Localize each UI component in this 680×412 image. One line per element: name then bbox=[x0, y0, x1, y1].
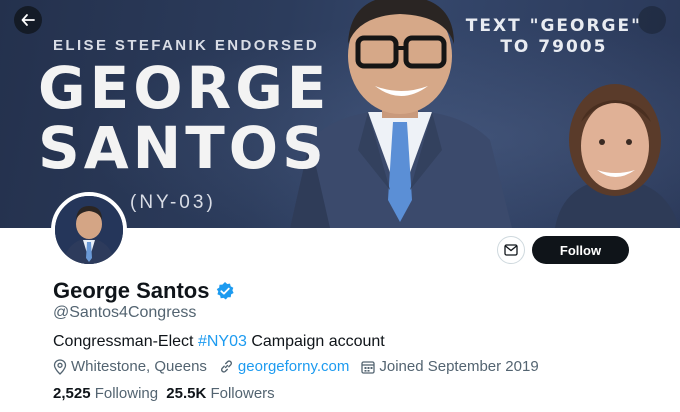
calendar-icon bbox=[361, 360, 376, 374]
banner-name: GEORGE SANTOS bbox=[38, 58, 330, 178]
website-link[interactable]: georgeforny.com bbox=[238, 358, 349, 375]
display-name: George Santos bbox=[53, 278, 210, 303]
bio-hashtag-link[interactable]: #NY03 bbox=[198, 333, 247, 350]
banner-name-line2: SANTOS bbox=[38, 114, 328, 182]
link-icon bbox=[220, 360, 232, 373]
profile-handle: @Santos4Congress bbox=[53, 304, 197, 321]
profile-meta: Whitestone, Queens georgeforny.com Joine… bbox=[53, 358, 551, 375]
profile-website[interactable]: georgeforny.com bbox=[219, 358, 349, 375]
banner-name-line1: GEORGE bbox=[38, 54, 331, 122]
followers-count: 25.5K bbox=[166, 385, 207, 402]
bio-text-end: Campaign account bbox=[246, 333, 385, 350]
following-link[interactable]: 2,525 Following bbox=[53, 385, 158, 402]
location-pin-icon bbox=[53, 358, 67, 375]
followers-label: Followers bbox=[210, 385, 275, 402]
banner-photo-woman bbox=[555, 84, 679, 228]
avatar[interactable] bbox=[51, 192, 127, 268]
more-options-button[interactable] bbox=[638, 6, 666, 34]
following-count: 2,525 bbox=[53, 385, 91, 402]
location-text: Whitestone, Queens bbox=[71, 358, 207, 375]
following-label: Following bbox=[94, 385, 159, 402]
bio-text-start: Congressman-Elect bbox=[53, 333, 198, 350]
banner-district: (NY-03) bbox=[130, 192, 216, 213]
banner-text-line1: TEXT "GEORGE" bbox=[465, 16, 642, 36]
banner-text-cta: TEXT "GEORGE" TO 79005 bbox=[466, 16, 642, 58]
banner-text-line2: TO 79005 bbox=[500, 37, 608, 57]
back-button[interactable] bbox=[14, 6, 42, 34]
verified-badge-icon bbox=[217, 282, 235, 300]
profile-location: Whitestone, Queens bbox=[53, 358, 207, 375]
banner-endorsement-text: ELISE STEFANIK ENDORSED bbox=[53, 37, 320, 54]
profile-bio: Congressman-Elect #NY03 Campaign account bbox=[53, 333, 385, 351]
arrow-left-icon bbox=[21, 14, 35, 26]
profile-joined: Joined September 2019 bbox=[361, 358, 539, 375]
display-name-row: George Santos bbox=[53, 278, 235, 304]
profile-stats: 2,525 Following 25.5K Followers bbox=[53, 385, 275, 402]
envelope-icon bbox=[504, 244, 518, 256]
message-button[interactable] bbox=[497, 236, 525, 264]
follow-button[interactable]: Follow bbox=[532, 236, 629, 264]
avatar-photo bbox=[55, 196, 123, 264]
followers-link[interactable]: 25.5K Followers bbox=[166, 385, 274, 402]
joined-text: Joined September 2019 bbox=[379, 358, 539, 375]
